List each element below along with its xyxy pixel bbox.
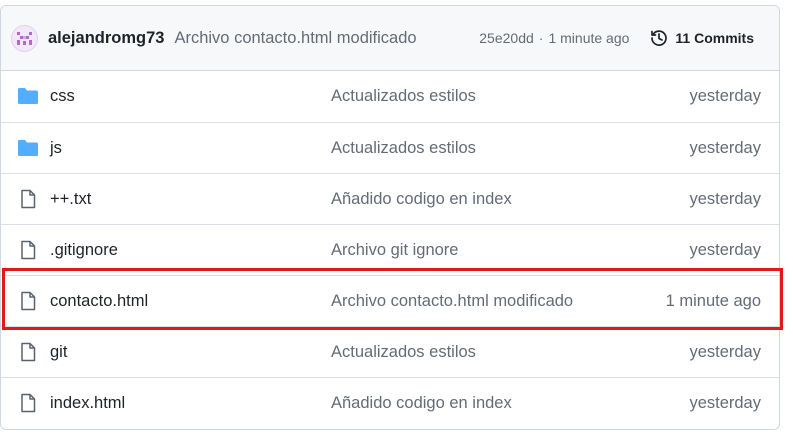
file-commit-time: 1 minute ago [665,291,761,310]
file-row[interactable]: js Actualizados estilos yesterday [1,122,779,173]
commits-count-label: 11 Commits [675,30,754,46]
commit-sha-link[interactable]: 25e20dd [479,30,534,46]
file-commit-time: yesterday [689,189,761,208]
repo-file-browser: alejandromg73 Archivo contacto.html modi… [0,5,780,430]
file-commit-message-link[interactable]: Actualizados estilos [331,87,476,106]
file-name-link[interactable]: index.html [50,394,125,413]
file-commit-time: yesterday [689,138,761,157]
commit-time: 1 minute ago [548,30,630,46]
file-name-link[interactable]: css [50,87,75,106]
file-commit-message-link[interactable]: Actualizados estilos [331,343,476,362]
file-name-link[interactable]: contacto.html [50,292,148,311]
file-list: css Actualizados estilos yesterday js Actual… [1,71,779,428]
folder-icon [17,86,39,106]
file-name-link[interactable]: .gitignore [50,241,118,260]
file-commit-message-link[interactable]: Añadido codigo en index [331,394,512,413]
file-name-link[interactable]: ++.txt [50,190,91,209]
identicon-icon [17,31,32,45]
file-commit-message-link[interactable]: Añadido codigo en index [331,190,512,209]
file-commit-time: yesterday [689,240,761,259]
history-clock-icon [651,30,668,46]
commit-author-link[interactable]: alejandromg73 [48,29,164,48]
file-row[interactable]: css Actualizados estilos yesterday [1,71,779,122]
folder-icon [17,138,39,158]
commit-sha-time: 25e20dd · 1 minute ago [479,30,629,46]
file-row[interactable]: git Actualizados estilos yesterday [1,326,779,377]
commit-message-link[interactable]: Archivo contacto.html modificado [174,29,416,48]
latest-commit-bar: alejandromg73 Archivo contacto.html modi… [1,6,779,71]
file-row[interactable]: ++.txt Añadido codigo en index yesterday [1,173,779,224]
commit-separator: · [538,30,544,46]
file-icon [17,189,39,209]
file-name-link[interactable]: git [50,343,67,362]
file-row[interactable]: contacto.html Archivo contacto.html modif… [1,275,779,326]
file-row[interactable]: .gitignore Archivo git ignore yesterday [1,224,779,275]
file-commit-time: yesterday [689,342,761,361]
file-commit-message-link[interactable]: Archivo git ignore [331,241,458,260]
file-icon [17,393,39,413]
commits-history-link[interactable]: 11 Commits [649,28,754,48]
file-row[interactable]: index.html Añadido codigo en index yesterd… [1,377,779,428]
file-commit-message-link[interactable]: Archivo contacto.html modificado [331,292,573,311]
file-icon [17,240,39,260]
author-avatar[interactable] [11,24,38,52]
file-icon [17,291,39,311]
file-commit-time: yesterday [689,87,761,105]
file-icon [17,342,39,362]
file-commit-message-link[interactable]: Actualizados estilos [331,139,476,158]
file-name-link[interactable]: js [50,139,62,158]
file-commit-time: yesterday [689,393,761,412]
